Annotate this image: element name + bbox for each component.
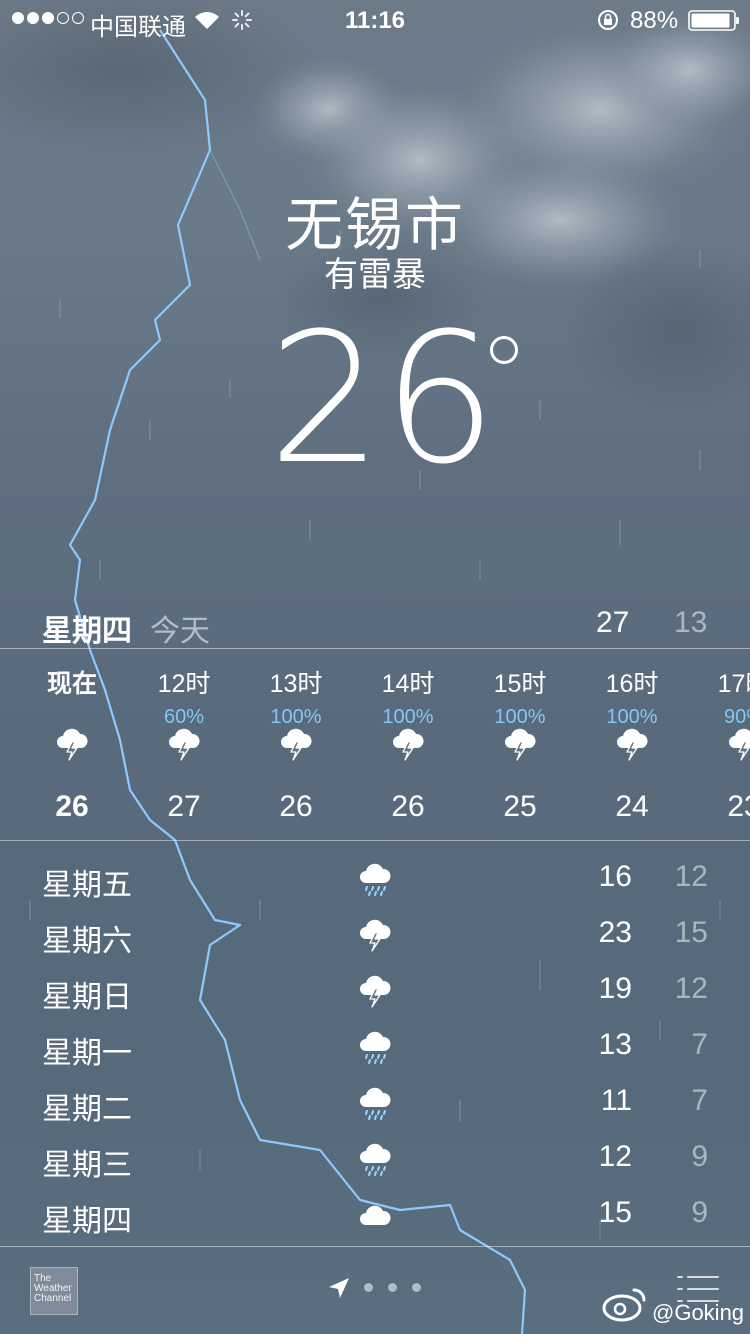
battery-icon (688, 10, 739, 31)
hourly-temp: 26 (279, 790, 313, 823)
thunderstorm-icon (278, 726, 314, 762)
battery-percent: 88% (630, 7, 679, 34)
hourly-temp: 26 (55, 790, 89, 823)
daily-forecast: 星期五 16 12 星期六 23 15 星期日 19 12 星期一 13 7 星… (0, 852, 750, 1244)
hourly-temp: 27 (167, 790, 201, 823)
hourly-temp: 24 (615, 790, 649, 823)
day-high: 23 (598, 916, 632, 949)
day-high: 13 (598, 1028, 632, 1061)
today-high: 27 (596, 606, 630, 639)
thunderstorm-icon (502, 726, 538, 762)
current-location-icon[interactable] (327, 1276, 351, 1300)
cloud-icon (357, 1197, 393, 1233)
daily-row: 星期五 16 12 (0, 852, 750, 908)
day-name: 星期日 (42, 981, 132, 1014)
daily-row: 星期六 23 15 (0, 908, 750, 964)
hourly-time: 16时 (605, 670, 659, 698)
hourly-time: 12时 (157, 670, 211, 698)
rain-icon (357, 1141, 393, 1177)
day-low: 12 (674, 972, 708, 1005)
daily-row: 星期三 12 9 (0, 1132, 750, 1188)
day-low: 7 (691, 1084, 708, 1117)
day-name: 星期六 (42, 925, 132, 958)
today-label: 今天 (150, 615, 210, 648)
day-name: 星期一 (42, 1037, 132, 1070)
thunderstorm-icon (357, 973, 393, 1009)
hourly-temp: 23 (727, 790, 750, 823)
degree-symbol (490, 336, 518, 364)
day-high: 12 (598, 1140, 632, 1173)
status-bar: 中国联通 11:16 88% (0, 0, 750, 41)
day-name: 星期三 (42, 1149, 132, 1182)
hourly-temp: 25 (503, 790, 537, 823)
watermark-text: @Goking (652, 1300, 745, 1325)
hourly-forecast[interactable]: 现在 26 12时 60% 27 13时 100% 26 14时 100% 26… (0, 650, 750, 840)
thunderstorm-icon (166, 726, 202, 762)
current-temperature: 26 (268, 295, 498, 504)
thunderstorm-icon (54, 726, 90, 762)
thunderstorm-icon (390, 726, 426, 762)
weather-screen: 中国联通 11:16 88% 无锡市 有雷暴 26 星期四 今天 27 13 现… (0, 0, 750, 1334)
hourly-time: 现在 (46, 670, 97, 698)
hourly-item: 现在 26 (17, 650, 127, 840)
hourly-temp: 26 (391, 790, 425, 823)
day-low: 15 (674, 916, 708, 949)
divider (0, 648, 750, 649)
daily-row: 星期日 19 12 (0, 964, 750, 1020)
day-low: 7 (691, 1028, 708, 1061)
hourly-time: 13时 (269, 670, 323, 698)
rotation-lock-icon (598, 10, 618, 30)
day-name: 星期四 (42, 1205, 132, 1238)
day-high: 16 (598, 860, 632, 893)
day-high: 11 (600, 1084, 632, 1117)
day-low: 12 (674, 860, 708, 893)
day-low: 9 (691, 1196, 708, 1229)
daily-row: 星期一 13 7 (0, 1020, 750, 1076)
daily-row: 星期二 11 7 (0, 1076, 750, 1132)
divider (0, 1246, 750, 1247)
hourly-time: 15时 (493, 670, 547, 698)
page-indicator[interactable] (364, 1283, 421, 1292)
hourly-item: 12时 60% 27 (129, 650, 239, 840)
hourly-item: 17时 90% 23 (689, 650, 750, 840)
day-name: 星期五 (42, 869, 132, 902)
day-high: 15 (598, 1196, 632, 1229)
day-low: 9 (691, 1140, 708, 1173)
today-summary-row: 星期四 今天 27 13 (0, 600, 750, 648)
thunderstorm-icon (726, 726, 750, 762)
thunderstorm-icon (357, 917, 393, 953)
day-name: 星期二 (42, 1093, 132, 1126)
hourly-item: 16时 100% 24 (577, 650, 687, 840)
day-high: 19 (598, 972, 632, 1005)
thunderstorm-icon (614, 726, 650, 762)
rain-icon (357, 1085, 393, 1121)
hourly-time: 17时 (717, 670, 750, 698)
divider (0, 840, 750, 841)
weather-channel-logo[interactable]: The Weather Channel (30, 1267, 78, 1315)
weibo-logo-icon (602, 1288, 646, 1322)
rain-icon (357, 861, 393, 897)
rain-icon (357, 1029, 393, 1065)
current-condition: 有雷暴 (324, 256, 426, 294)
hourly-time: 14时 (381, 670, 435, 698)
daily-row: 星期四 15 9 (0, 1188, 750, 1244)
hourly-item: 14时 100% 26 (353, 650, 463, 840)
hourly-item: 15时 100% 25 (465, 650, 575, 840)
hourly-item: 13时 100% 26 (241, 650, 351, 840)
today-low: 13 (674, 606, 708, 639)
today-day: 星期四 (42, 615, 132, 648)
